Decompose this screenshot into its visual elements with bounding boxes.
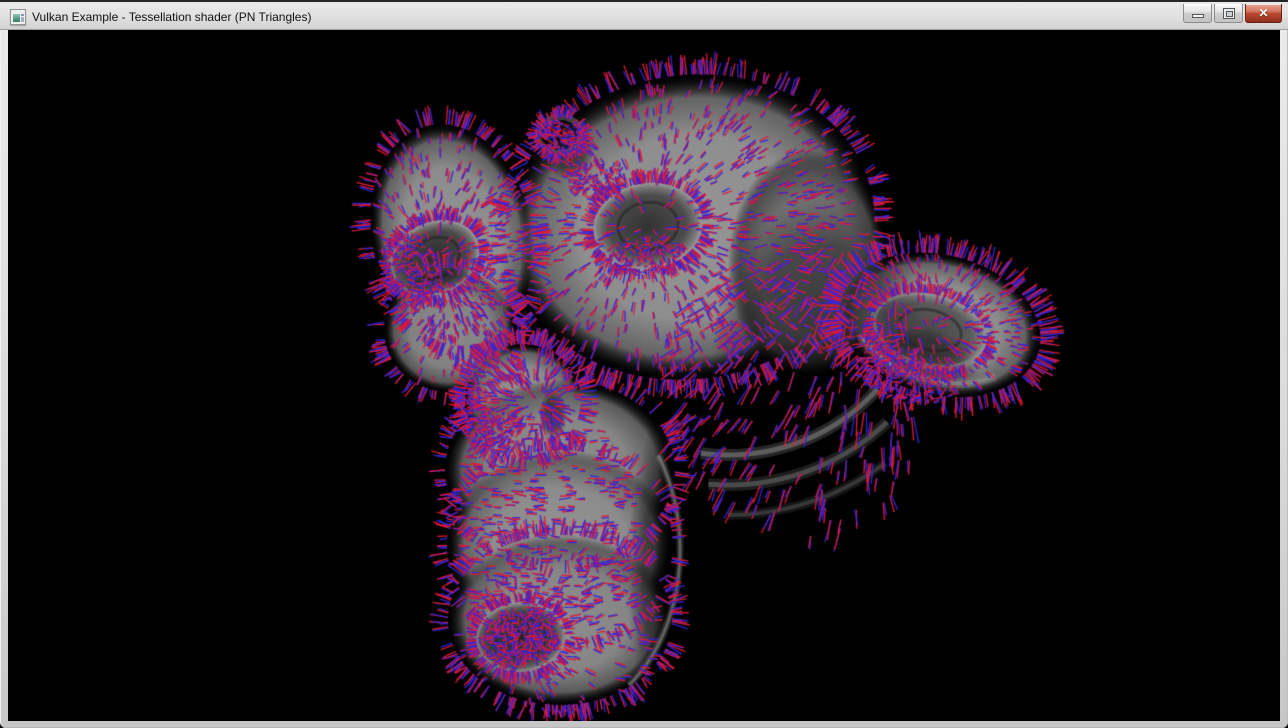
vulkan-viewport: [8, 30, 1280, 721]
titlebar[interactable]: Vulkan Example - Tessellation shader (PN…: [0, 0, 1288, 30]
close-icon: ✕: [1246, 5, 1281, 22]
minimize-button[interactable]: [1183, 4, 1212, 23]
window-controls: ✕: [1183, 4, 1282, 23]
minimize-icon: [1192, 14, 1204, 18]
window-title: Vulkan Example - Tessellation shader (PN…: [32, 2, 311, 32]
application-window-icon: [10, 9, 26, 25]
close-button[interactable]: ✕: [1245, 4, 1282, 23]
render-canvas[interactable]: [8, 30, 1280, 721]
icon-line-1: [21, 14, 24, 16]
application-window: Vulkan Example - Tessellation shader (PN…: [0, 0, 1288, 728]
icon-teal-pane: [13, 14, 20, 22]
icon-line-2: [21, 17, 24, 22]
maximize-icon: [1223, 8, 1235, 19]
maximize-button[interactable]: [1214, 4, 1243, 23]
